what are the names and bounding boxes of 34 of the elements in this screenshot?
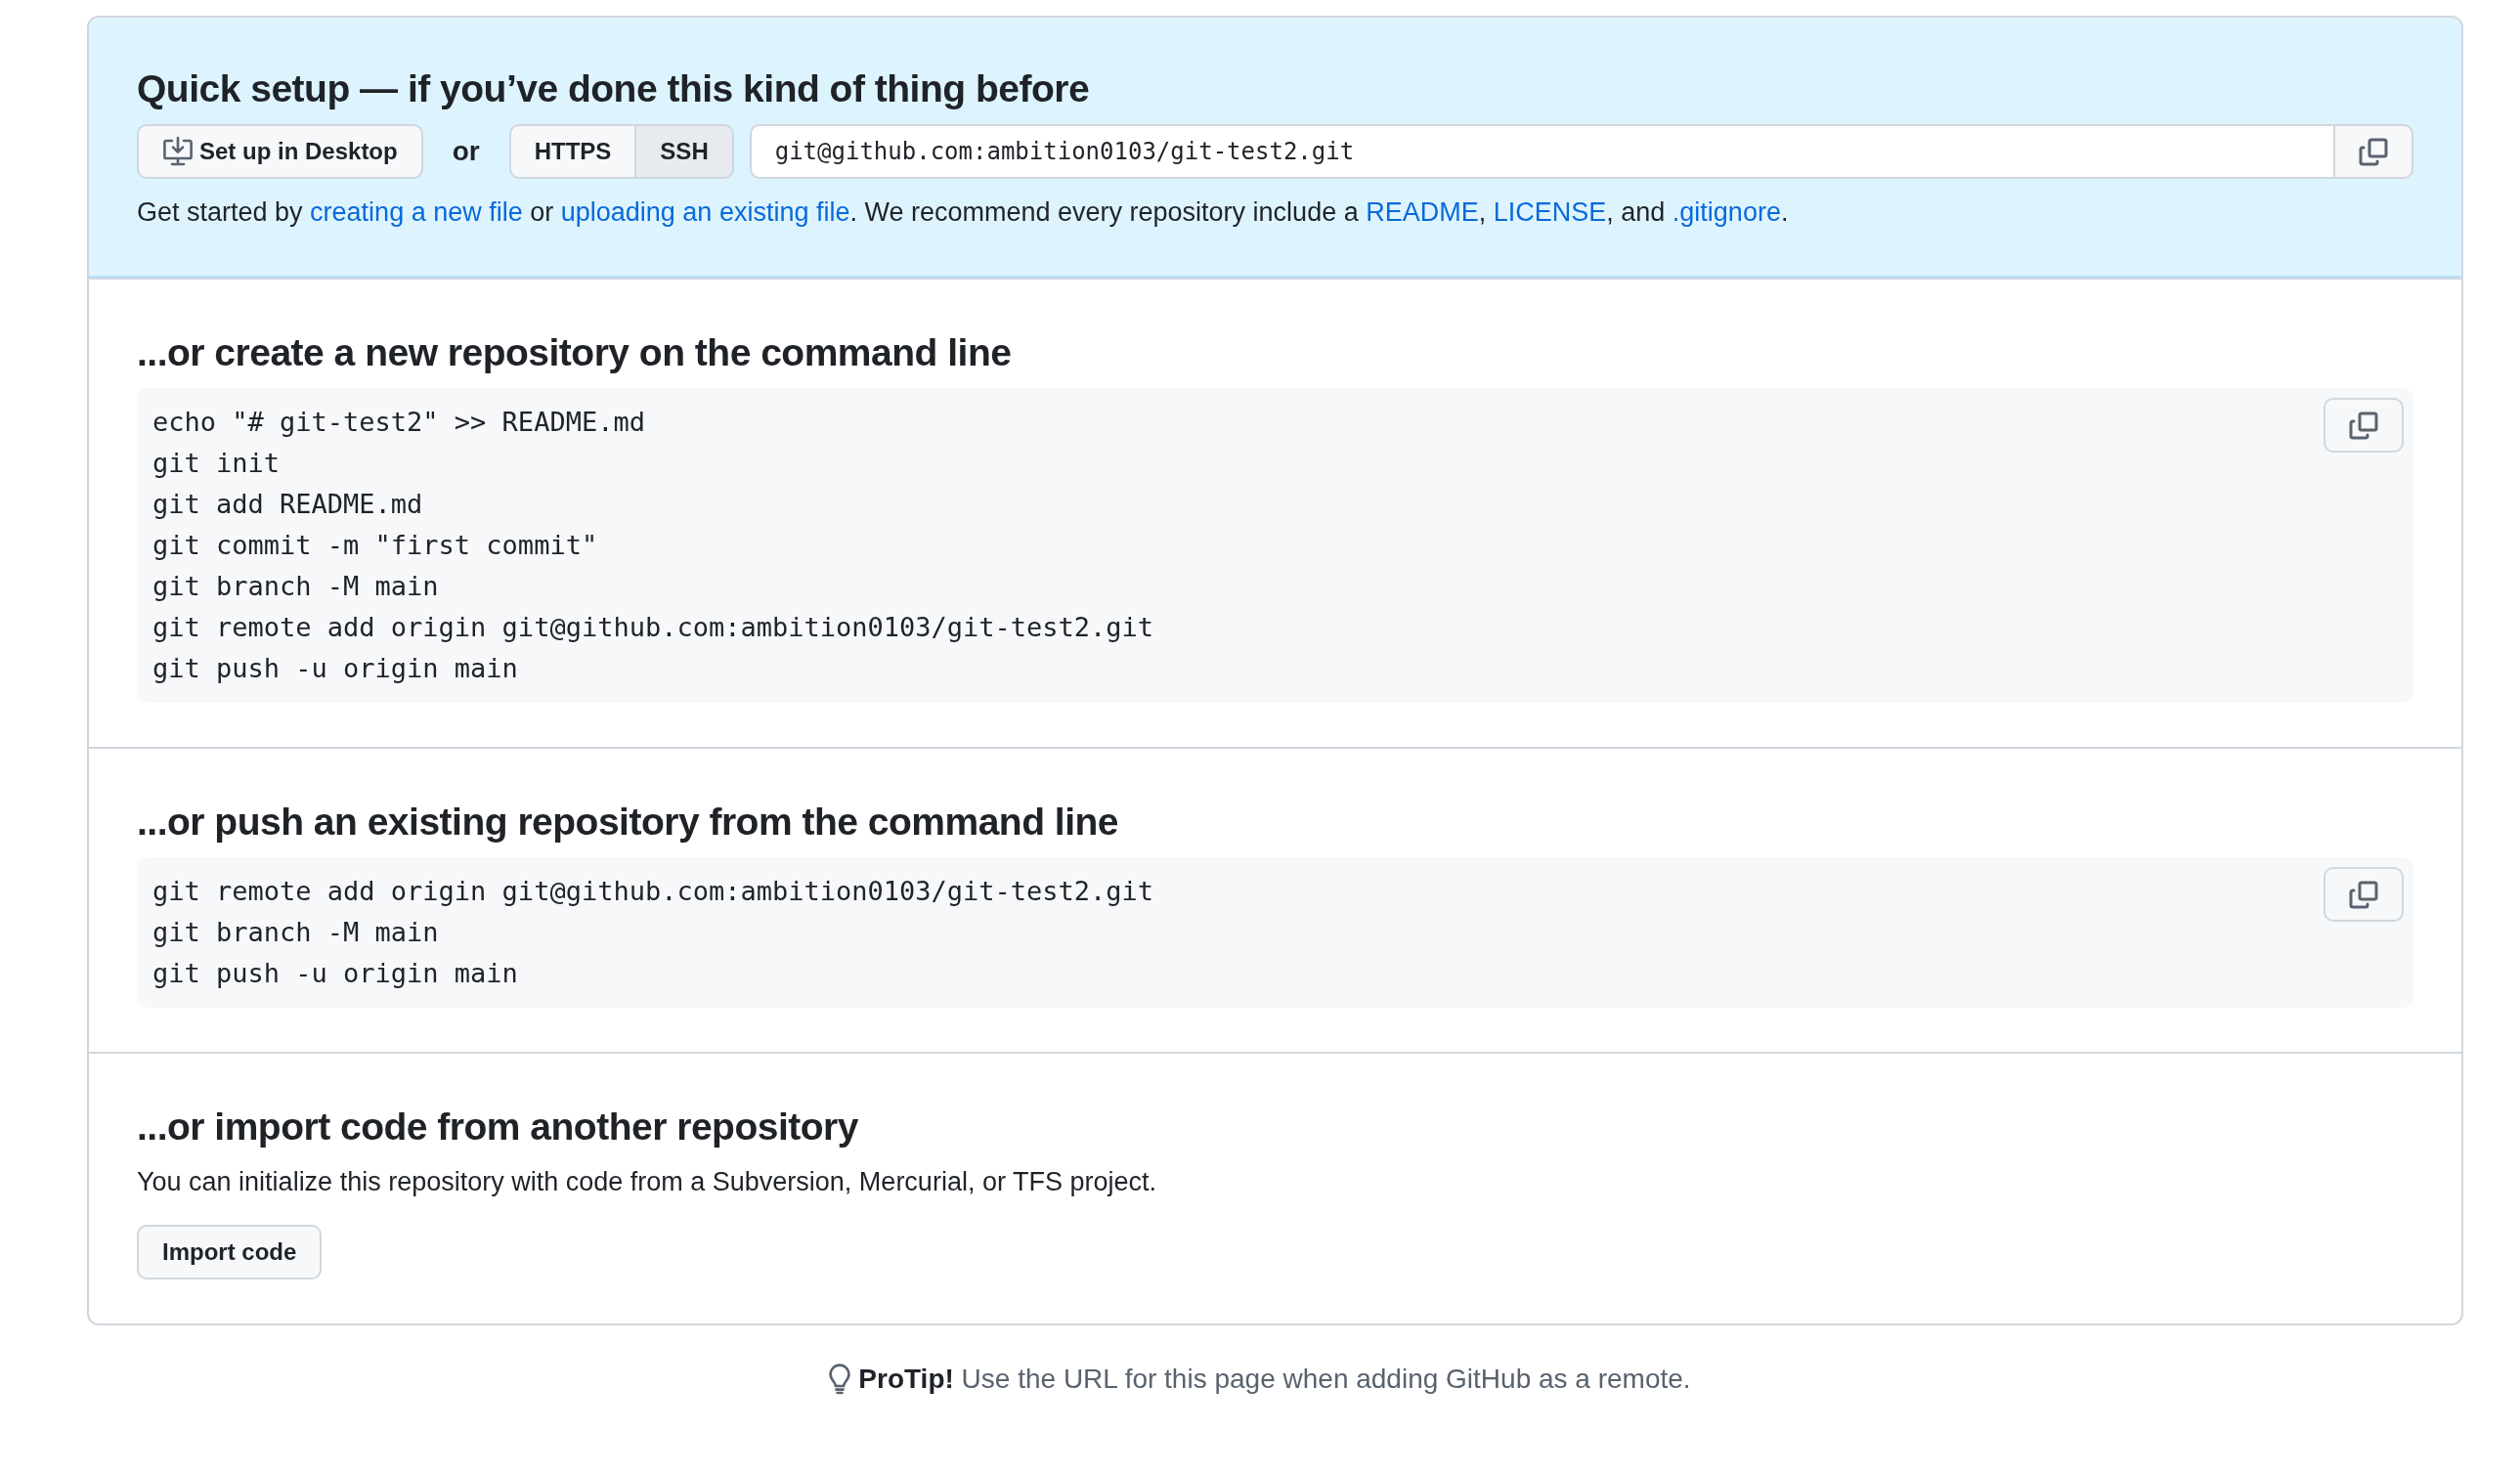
copy-icon xyxy=(2348,410,2379,442)
section-title: ...or push an existing repository from the command line xyxy=(137,800,1119,845)
section-title: ...or create a new repository on the command line xyxy=(137,330,1013,376)
text-link[interactable]: creating a new file xyxy=(310,196,523,227)
code-line: git commit -m "first commit" xyxy=(152,529,598,563)
code-line: git push -u origin main xyxy=(152,652,518,686)
copy-button[interactable] xyxy=(2324,398,2404,454)
setup-desktop-button[interactable]: Set up in Desktop xyxy=(137,123,423,179)
code-line: echo "# git-test2" >> README.md xyxy=(152,406,645,440)
code-line: git add README.md xyxy=(152,488,423,522)
clone-url-field[interactable]: git@github.com:ambition0103/git-test2.git xyxy=(749,123,2333,179)
protocol-tab[interactable]: SSH xyxy=(636,123,734,179)
code-line: git branch -M main xyxy=(152,570,439,604)
section-title: Quick setup — if you’ve done this kind of thing before xyxy=(137,66,1091,111)
protip-text: ProTip! Use the URL for this page when adding GitHub as a remote. xyxy=(858,1363,1691,1397)
desktop-download-icon xyxy=(162,135,194,167)
protocol-tab[interactable]: HTTPS xyxy=(508,123,637,179)
copy-button[interactable] xyxy=(2333,123,2413,179)
lightbulb-icon xyxy=(829,1364,851,1396)
or-label: or xyxy=(452,134,480,168)
text-link[interactable]: .gitignore xyxy=(1672,196,1781,227)
import-code-button[interactable]: Import code xyxy=(137,1225,323,1280)
text-link[interactable]: LICENSE xyxy=(1493,196,1607,227)
section-title: ...or import code from another repository xyxy=(137,1104,859,1149)
code-line: git remote add origin git@github.com:ambition0103/git-test2.git xyxy=(152,874,1154,908)
text-link[interactable]: README xyxy=(1366,196,1479,227)
code-line: git remote add origin git@github.com:ambition0103/git-test2.git xyxy=(152,611,1154,645)
code-line: git branch -M main xyxy=(152,915,439,949)
code-line: git init xyxy=(152,447,281,481)
copy-button[interactable] xyxy=(2324,866,2404,922)
description-text: You can initialize this repository with code from a Subversion, Mercurial, or TFS project. xyxy=(137,1165,1157,1198)
text-link[interactable]: uploading an existing file xyxy=(560,196,850,227)
code-line: git push -u origin main xyxy=(152,956,518,990)
intro-text: Get started by creating a new file or uploading an existing file. We recommend every repository include a README, LICENSE, and .gitignore. xyxy=(137,195,1790,229)
